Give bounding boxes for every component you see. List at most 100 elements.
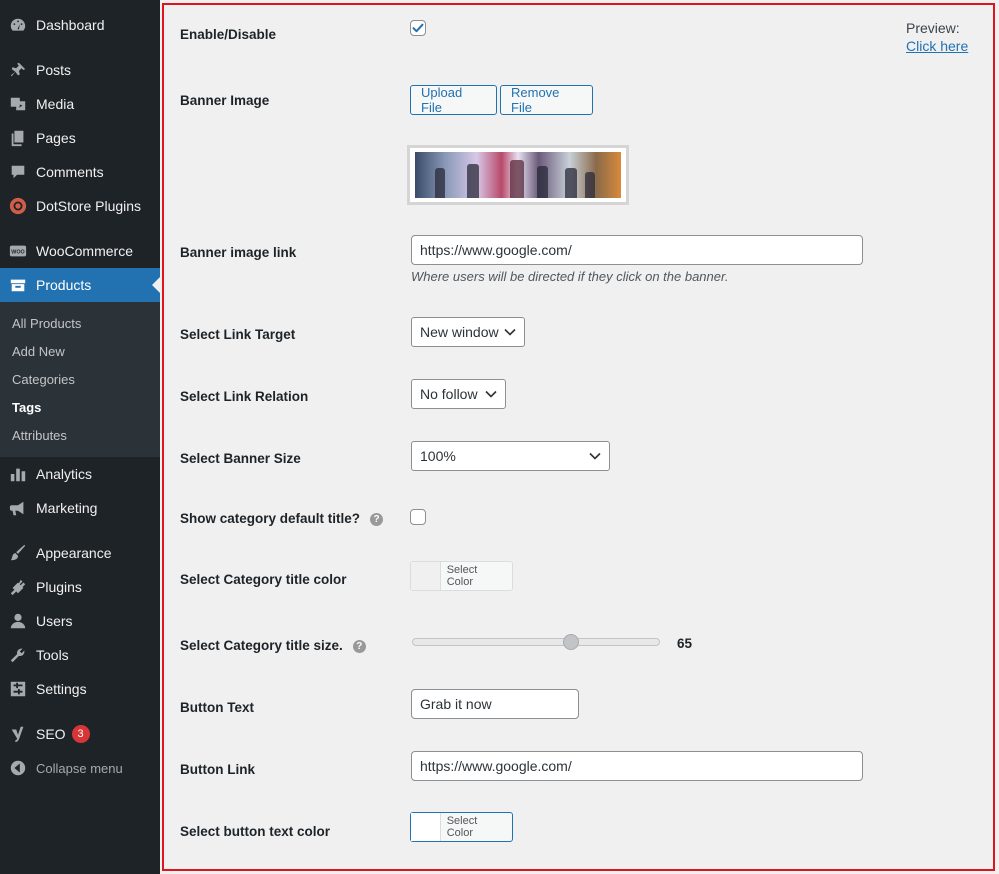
sidebar-item-label: Media: [36, 96, 75, 112]
link-relation-label: Select Link Relation: [180, 389, 309, 404]
chevron-down-icon: [485, 390, 497, 398]
enable-checkbox[interactable]: [410, 20, 426, 36]
submenu-item-categories[interactable]: Categories: [12, 372, 75, 387]
sidebar-item-plugins[interactable]: Plugins: [0, 570, 160, 604]
users-icon: [8, 611, 28, 631]
pin-icon: [8, 60, 28, 80]
banner-size-value: 100%: [420, 448, 456, 464]
show-title-row: Show category default title??: [180, 511, 384, 526]
preview-link[interactable]: Click here: [906, 38, 968, 54]
link-target-value: New window: [420, 324, 499, 340]
comments-icon: [8, 162, 28, 182]
sidebar-item-label: Settings: [36, 681, 87, 697]
show-title-label: Show category default title?: [180, 511, 361, 526]
button-text-input[interactable]: Grab it now: [411, 689, 579, 719]
title-size-value: 65: [677, 636, 693, 651]
title-color-label: Select Category title color: [180, 572, 347, 587]
sidebar-item-label: Comments: [36, 164, 104, 180]
sidebar-item-media[interactable]: Media: [0, 87, 160, 121]
button-link-input[interactable]: https://www.google.com/: [411, 751, 863, 781]
banner-image-label: Banner Image: [180, 93, 270, 108]
plug-icon: [8, 577, 28, 597]
help-icon[interactable]: ?: [352, 639, 366, 653]
admin-sidebar: Dashboard Posts Media Pages Comments Dot…: [0, 0, 160, 874]
link-relation-value: No follow: [420, 386, 478, 402]
yoast-icon: [8, 724, 28, 744]
banner-link-label: Banner image link: [180, 245, 297, 260]
checkmark-icon: [412, 23, 424, 33]
sidebar-item-label: Posts: [36, 62, 72, 78]
submenu-item-attributes[interactable]: Attributes: [12, 428, 67, 443]
link-relation-select[interactable]: No follow: [411, 379, 506, 409]
sidebar-item-woocommerce[interactable]: WOO WooCommerce: [0, 234, 160, 268]
sidebar-item-tools[interactable]: Tools: [0, 638, 160, 672]
chevron-down-icon: [589, 452, 601, 460]
sidebar-item-settings[interactable]: Settings: [0, 672, 160, 706]
banner-size-select[interactable]: 100%: [411, 441, 610, 471]
show-title-checkbox[interactable]: [410, 509, 426, 525]
button-text-label: Button Text: [180, 700, 254, 715]
sidebar-item-dotstore-plugins[interactable]: DotStore Plugins: [0, 189, 160, 223]
sidebar-item-label: WooCommerce: [36, 243, 133, 259]
sidebar-item-pages[interactable]: Pages: [0, 121, 160, 155]
title-size-label: Select Category title size.: [180, 638, 343, 653]
banner-link-input[interactable]: https://www.google.com/: [411, 235, 863, 265]
active-menu-arrow: [152, 277, 160, 293]
dotstore-icon: [8, 196, 28, 216]
products-submenu: All Products Add New Categories Tags Att…: [0, 302, 160, 457]
wrench-icon: [8, 645, 28, 665]
sidebar-item-marketing[interactable]: Marketing: [0, 491, 160, 525]
sidebar-item-seo[interactable]: SEO 3: [0, 717, 160, 751]
preview-label: Preview:: [906, 20, 960, 36]
sidebar-item-label: Analytics: [36, 466, 93, 482]
analytics-icon: [8, 464, 28, 484]
submenu-item-add-new[interactable]: Add New: [12, 344, 65, 359]
sidebar-item-label: Dashboard: [36, 17, 105, 33]
sidebar-item-users[interactable]: Users: [0, 604, 160, 638]
submenu-item-tags[interactable]: Tags: [12, 400, 41, 415]
brush-icon: [8, 543, 28, 563]
banner-image-preview: [407, 145, 629, 205]
sidebar-item-dashboard[interactable]: Dashboard: [0, 8, 160, 42]
slider-thumb[interactable]: [563, 634, 579, 650]
sidebar-item-label: Products: [36, 277, 92, 293]
sidebar-item-appearance[interactable]: Appearance: [0, 536, 160, 570]
collapse-menu-label: Collapse menu: [36, 760, 123, 776]
sidebar-item-posts[interactable]: Posts: [0, 53, 160, 87]
dashboard-icon: [8, 15, 28, 35]
title-size-slider[interactable]: [412, 634, 660, 650]
submenu-item-all-products[interactable]: All Products: [12, 316, 81, 331]
products-icon: [8, 275, 28, 295]
sidebar-item-label: Plugins: [36, 579, 82, 595]
button-text-color-picker[interactable]: Select Color: [410, 812, 513, 842]
sidebar-item-label: Appearance: [36, 545, 112, 561]
banner-thumbnail: [415, 152, 621, 198]
sidebar-item-products[interactable]: Products: [0, 268, 160, 302]
upload-file-button[interactable]: Upload File: [410, 85, 497, 115]
link-target-select[interactable]: New window: [411, 317, 525, 347]
seo-notification-badge: 3: [71, 725, 90, 743]
sidebar-item-analytics[interactable]: Analytics: [0, 457, 160, 491]
megaphone-icon: [8, 498, 28, 518]
svg-text:WOO: WOO: [11, 249, 24, 255]
remove-file-button[interactable]: Remove File: [500, 85, 593, 115]
sidebar-item-label: Pages: [36, 130, 76, 146]
banner-size-label: Select Banner Size: [180, 451, 301, 466]
help-icon[interactable]: ?: [370, 512, 384, 526]
sidebar-item-comments[interactable]: Comments: [0, 155, 160, 189]
collapse-menu-button[interactable]: Collapse menu: [0, 751, 160, 785]
title-color-picker[interactable]: Select Color: [410, 561, 513, 591]
banner-link-description: Where users will be directed if they cli…: [411, 269, 729, 284]
color-swatch: [411, 562, 441, 590]
settings-icon: [8, 679, 28, 699]
button-link-label: Button Link: [180, 762, 255, 777]
enable-disable-label: Enable/Disable: [180, 27, 277, 42]
collapse-icon: [8, 758, 28, 778]
select-color-label: Select Color: [446, 564, 478, 588]
sidebar-item-label: Tools: [36, 647, 69, 663]
pages-icon: [8, 128, 28, 148]
sidebar-item-label: SEO: [36, 726, 66, 742]
sidebar-item-label: DotStore Plugins: [36, 198, 142, 214]
title-size-row: Select Category title size.?: [180, 638, 366, 653]
sidebar-item-label: Users: [36, 613, 73, 629]
